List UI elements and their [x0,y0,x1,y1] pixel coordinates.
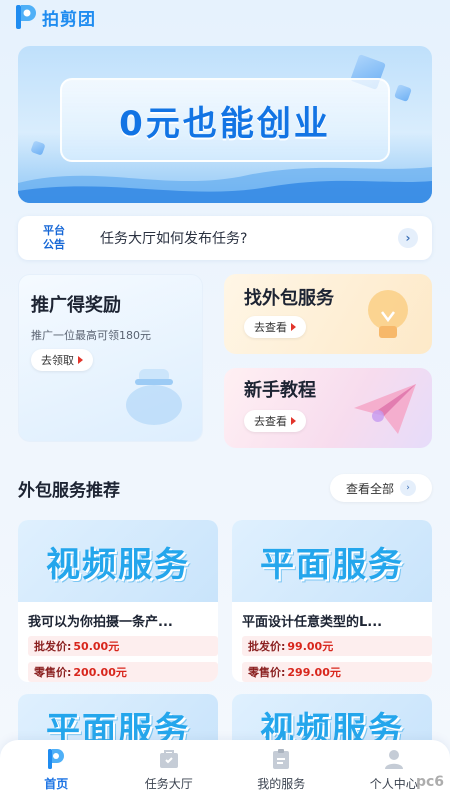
notice-tag-line1: 平台 [43,224,65,237]
chevron-right-icon[interactable]: › [398,228,418,248]
outsource-title: 找外包服务 [244,288,334,309]
tab-home-label: 首页 [44,777,69,791]
find-outsource-card[interactable]: 找外包服务 去查看 [224,274,432,354]
retail-value: 299.00元 [287,666,341,679]
tutorial-title: 新手教程 [244,380,316,401]
service-title: 我可以为你拍摄一条产... [28,615,173,630]
wholesale-value: 99.00元 [287,640,334,653]
tutorial-view-label: 去查看 [254,415,287,428]
notice-tag-line2: 公告 [43,238,65,251]
retail-price: 零售价: 299.00元 [242,662,432,682]
outsource-view-label: 去查看 [254,321,287,334]
promo-subtitle: 推广一位最高可领180元 [31,329,151,342]
triangle-right-icon [291,323,296,331]
tab-my-service[interactable]: 我的服务 [225,740,338,800]
notice-text[interactable]: 任务大厅如何发布任务? [100,228,398,248]
promo-reward-card[interactable]: 推广得奖励 推广一位最高可领180元 去领取 [18,274,203,442]
claim-button-label: 去领取 [41,354,74,367]
service-image: 视频服务 [18,520,218,602]
platform-notice[interactable]: 平台 公告 任务大厅如何发布任务? › [18,216,432,260]
banner-title: 0元也能创业 [119,103,331,144]
site-watermark: pc6 [415,774,444,790]
tab-task-hall[interactable]: 任务大厅 [113,740,226,800]
banner-wave [18,167,432,203]
hero-banner[interactable]: 0元也能创业 [18,46,432,203]
view-all-label: 查看全部 [345,481,394,496]
tab-my-service-label: 我的服务 [257,777,306,791]
my-service-icon [273,749,290,769]
service-card[interactable]: 平面服务 平面设计任意类型的L... 批发价: 99.00元 零售价: 299.… [232,520,432,682]
decor-cube [394,84,412,102]
view-all-button[interactable]: 查看全部 › [330,474,432,502]
tutorial-view-button[interactable]: 去查看 [244,410,306,432]
profile-icon [384,750,403,769]
promo-title: 推广得奖励 [31,295,121,316]
task-hall-icon [159,750,178,768]
triangle-right-icon [78,356,83,364]
app-header: 拍剪团 [14,2,96,32]
tab-task-hall-label: 任务大厅 [144,777,193,791]
wholesale-label: 批发价: [34,640,72,653]
wholesale-price: 批发价: 50.00元 [28,636,218,656]
tab-home[interactable]: 首页 [0,740,113,800]
outsource-view-button[interactable]: 去查看 [244,316,306,338]
claim-button[interactable]: 去领取 [31,349,93,371]
tab-profile[interactable]: 个人中心 [338,740,450,800]
lightbulb-icon [368,290,408,338]
retail-value: 200.00元 [73,666,127,679]
banner-panel: 0元也能创业 [60,78,390,162]
section-title: 外包服务推荐 [18,481,120,501]
app-logo-icon [14,3,38,31]
home-logo-icon [48,749,65,769]
wholesale-value: 50.00元 [73,640,120,653]
retail-label: 零售价: [34,666,72,679]
money-bag-icon [126,369,182,425]
service-image-text: 平面服务 [260,544,404,585]
retail-label: 零售价: [248,666,286,679]
service-image: 平面服务 [232,520,432,602]
paper-plane-icon [354,384,416,434]
service-title: 平面设计任意类型的L... [242,615,383,630]
retail-price: 零售价: 200.00元 [28,662,218,682]
app-logo-text: 拍剪团 [42,9,96,30]
notice-tag: 平台 公告 [30,224,78,252]
chevron-right-icon: › [400,480,416,496]
bottom-tab-bar: 首页 任务大厅 我的服务 个人中心 [0,740,450,800]
wholesale-label: 批发价: [248,640,286,653]
service-image-text: 视频服务 [46,544,190,585]
tab-profile-label: 个人中心 [369,777,418,791]
service-card[interactable]: 视频服务 我可以为你拍摄一条产... 批发价: 50.00元 零售价: 200.… [18,520,218,682]
beginner-tutorial-card[interactable]: 新手教程 去查看 [224,368,432,448]
wholesale-price: 批发价: 99.00元 [242,636,432,656]
triangle-right-icon [291,417,296,425]
